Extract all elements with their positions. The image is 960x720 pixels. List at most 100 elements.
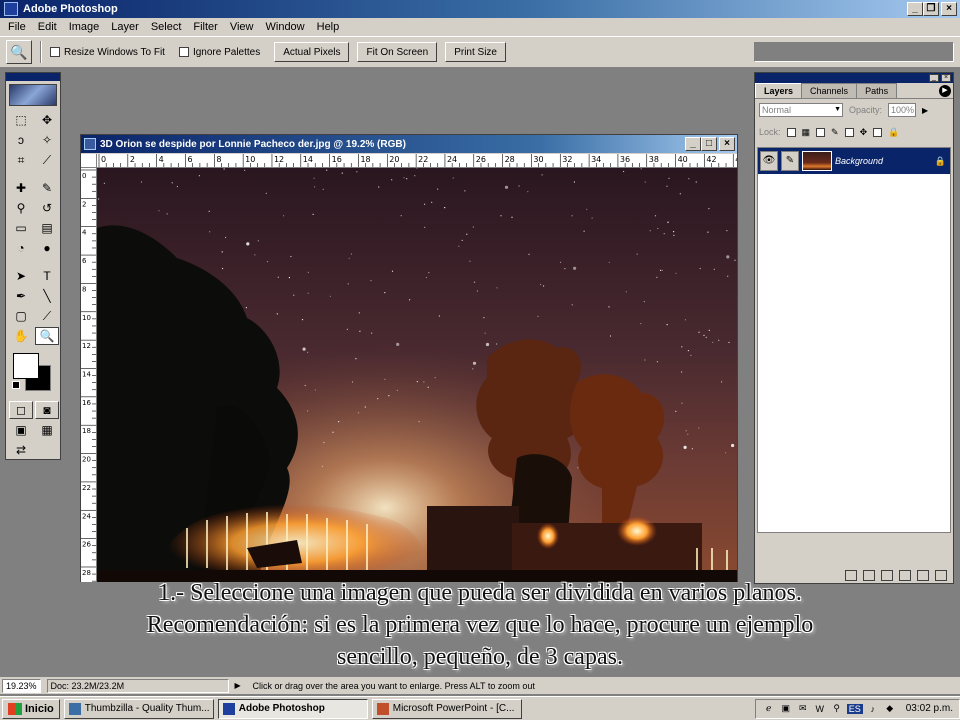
palette-minimize-button[interactable]: _ xyxy=(929,74,939,82)
restore-button[interactable]: ❐ xyxy=(923,2,939,16)
resize-windows-option[interactable]: Resize Windows To Fit xyxy=(50,47,165,58)
minimize-button[interactable]: _ xyxy=(907,2,923,16)
opacity-field[interactable]: 100% xyxy=(888,103,917,117)
layer-thumbnail xyxy=(802,151,832,171)
word-icon[interactable]: W xyxy=(813,702,827,716)
blur-tool-icon[interactable]: ◔ xyxy=(9,239,33,257)
trash-icon[interactable] xyxy=(935,569,947,581)
vertical-ruler[interactable]: 0 2 4 6 8 10 12 14 16 18 20 22 24 26 28 xyxy=(81,168,97,582)
resize-windows-checkbox[interactable] xyxy=(50,47,60,57)
screen-mode-standard-icon[interactable]: ▣ xyxy=(9,421,33,439)
ie-icon[interactable]: ℯ xyxy=(762,702,776,716)
zoom-tool-icon[interactable]: 🔍 xyxy=(35,327,59,345)
taskbar-item-thumbzilla[interactable]: Thumbzilla - Quality Thum... xyxy=(63,698,214,719)
network-icon[interactable]: ▣ xyxy=(779,702,793,716)
lock-all-checkbox[interactable] xyxy=(873,127,883,137)
star xyxy=(307,410,309,412)
palette-close-button[interactable]: × xyxy=(941,74,951,82)
palette-well[interactable] xyxy=(754,42,954,62)
crop-tool-icon[interactable]: ⌗ xyxy=(9,151,33,169)
pen-tool-icon[interactable]: ✒ xyxy=(9,287,33,305)
menu-view[interactable]: View xyxy=(224,21,260,33)
screen-mode-full-icon[interactable]: ▦ xyxy=(35,421,59,439)
ruler-origin[interactable] xyxy=(81,154,97,168)
menu-image[interactable]: Image xyxy=(63,21,106,33)
toolbox-titlebar[interactable] xyxy=(6,73,60,81)
new-layer-icon[interactable] xyxy=(917,569,929,581)
quick-mask-icon[interactable]: ◙ xyxy=(35,401,59,419)
zoom-level-field[interactable]: 19.23% xyxy=(2,678,41,693)
eraser-tool-icon[interactable]: ▭ xyxy=(9,219,33,237)
lock-pixels-checkbox[interactable] xyxy=(816,127,826,137)
antivirus-icon[interactable]: ◆ xyxy=(883,702,897,716)
menu-window[interactable]: Window xyxy=(260,21,311,33)
move-tool-icon[interactable]: ✥ xyxy=(35,111,59,129)
fit-on-screen-button[interactable]: Fit On Screen xyxy=(357,42,438,62)
layer-mask-icon[interactable] xyxy=(863,569,875,581)
imageready-jump-icon[interactable]: ⇄ xyxy=(9,441,33,459)
doc-close-button[interactable]: × xyxy=(719,137,735,151)
opacity-arrow-icon[interactable]: ▶ xyxy=(922,106,928,115)
search-icon[interactable]: ⚲ xyxy=(830,702,844,716)
default-colors-icon[interactable] xyxy=(12,381,20,389)
magnifier-icon[interactable]: 🔍 xyxy=(6,40,32,64)
adjustment-layer-icon[interactable] xyxy=(899,569,911,581)
doc-maximize-button[interactable]: □ xyxy=(701,137,717,151)
outlook-icon[interactable]: ✉ xyxy=(796,702,810,716)
foreground-color-swatch[interactable] xyxy=(13,353,39,379)
history-brush-icon[interactable]: ↺ xyxy=(35,199,59,217)
magic-wand-tool-icon[interactable]: ✧ xyxy=(35,131,59,149)
ignore-palettes-checkbox[interactable] xyxy=(178,47,189,57)
tab-channels[interactable]: Channels xyxy=(801,83,858,98)
status-menu-icon[interactable]: ▶ xyxy=(235,681,247,690)
eyedropper-tool-icon[interactable]: ⟋ xyxy=(35,307,59,325)
tab-paths[interactable]: Paths xyxy=(856,83,898,98)
menu-edit[interactable]: Edit xyxy=(32,21,63,33)
lock-pixels-icon: ✎ xyxy=(831,126,839,137)
volume-icon[interactable]: ♪ xyxy=(866,702,880,716)
ignore-palettes-option[interactable]: Ignore Palettes xyxy=(178,47,260,58)
doc-minimize-button[interactable]: _ xyxy=(685,137,701,151)
menu-layer[interactable]: Layer xyxy=(105,21,145,33)
menu-help[interactable]: Help xyxy=(311,21,346,33)
slice-tool-icon[interactable]: ⟋ xyxy=(35,151,59,169)
language-indicator[interactable]: ES xyxy=(846,703,863,714)
gradient-tool-icon[interactable]: ▤ xyxy=(35,219,59,237)
menu-file[interactable]: File xyxy=(2,21,32,33)
hand-tool-icon[interactable]: ✋ xyxy=(9,327,33,345)
clone-stamp-icon[interactable]: ⚲ xyxy=(9,199,33,217)
standard-mode-icon[interactable]: ◻ xyxy=(9,401,33,419)
lock-transparency-checkbox[interactable] xyxy=(786,127,796,137)
line-tool-icon[interactable]: ╲ xyxy=(35,287,59,305)
lock-position-checkbox[interactable] xyxy=(844,127,854,137)
type-tool-icon[interactable]: T xyxy=(35,267,59,285)
layer-row-background[interactable]: 👁 ✎ Background 🔒 xyxy=(758,148,950,174)
brush-tool-icon[interactable]: ✎ xyxy=(35,179,59,197)
image-canvas[interactable] xyxy=(97,168,737,582)
layer-style-icon[interactable] xyxy=(845,569,857,581)
taskbar-item-powerpoint[interactable]: Microsoft PowerPoint - [C... xyxy=(371,698,522,719)
feather-logo-icon[interactable] xyxy=(9,84,57,106)
path-select-icon[interactable]: ➤ xyxy=(9,267,33,285)
star xyxy=(326,169,328,171)
healing-brush-icon[interactable]: ✚ xyxy=(9,179,33,197)
notes-tool-icon[interactable]: ▢ xyxy=(9,307,33,325)
document-titlebar[interactable]: 3D Orion se despide por Lonnie Pacheco d… xyxy=(81,135,737,153)
horizontal-ruler[interactable]: 0246810121416182022242628303234363840424… xyxy=(97,154,737,168)
dodge-tool-icon[interactable]: ● xyxy=(35,239,59,257)
print-size-button[interactable]: Print Size xyxy=(445,42,506,62)
menu-filter[interactable]: Filter xyxy=(187,21,223,33)
start-button[interactable]: Inicio xyxy=(2,698,60,719)
lasso-tool-icon[interactable]: ↄ xyxy=(9,131,33,149)
triangle-right-icon[interactable]: ▶ xyxy=(939,85,951,97)
close-button[interactable]: × xyxy=(941,2,957,16)
menu-select[interactable]: Select xyxy=(145,21,188,33)
layers-palette-titlebar[interactable]: _ × xyxy=(755,73,953,83)
blend-mode-select[interactable]: Normal xyxy=(759,103,843,117)
actual-pixels-button[interactable]: Actual Pixels xyxy=(274,42,350,62)
new-set-icon[interactable] xyxy=(881,569,893,581)
tab-layers[interactable]: Layers xyxy=(755,83,803,98)
taskbar-item-photoshop[interactable]: Adobe Photoshop xyxy=(217,698,368,719)
marquee-tool-icon[interactable]: ⬚ xyxy=(9,111,33,129)
eye-icon[interactable]: 👁 xyxy=(760,151,778,171)
